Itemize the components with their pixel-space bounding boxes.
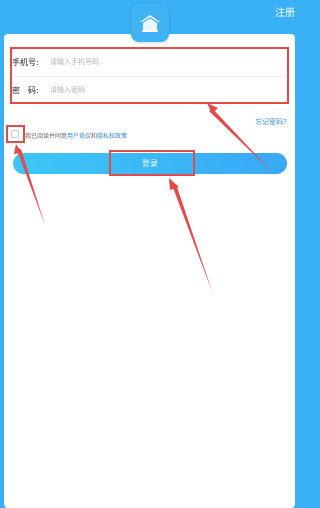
privacy-policy-link[interactable]: 隐私权政策 [97,133,127,140]
forgot-password-link[interactable]: 忘记密码? [255,117,287,127]
checkbox-icon[interactable] [11,130,19,138]
phone-label: 手机号: [12,57,39,67]
login-card [4,34,295,508]
agreement-text: 我已阅读并同意用户协议和隐私权政策 [25,131,127,140]
register-link[interactable]: 注册 [275,4,295,19]
login-button[interactable]: 登录 [13,153,287,174]
user-agreement-link[interactable]: 用户协议 [67,133,91,140]
phone-input[interactable] [50,58,250,66]
password-row: 密 码: [12,77,282,103]
password-label: 密 码: [12,85,39,95]
phone-row: 手机号: [12,49,282,75]
password-input[interactable] [50,86,250,94]
house-logo-icon [131,4,169,42]
agreement-prefix: 我已阅读并同意 [25,133,68,140]
